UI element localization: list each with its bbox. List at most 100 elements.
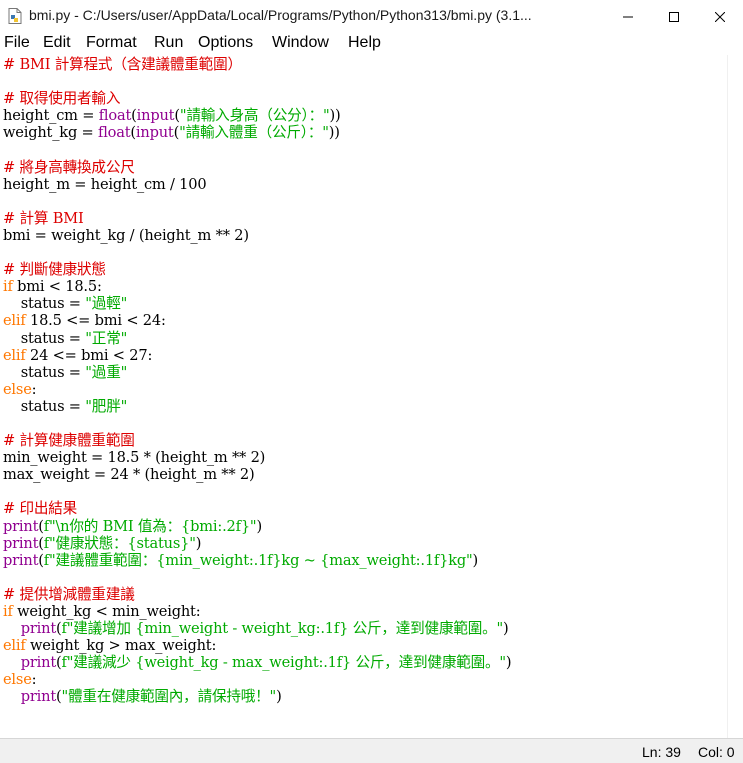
code-line[interactable]: max_weight = 24 * (height_m ** 2) xyxy=(3,466,511,483)
code-token: print xyxy=(3,551,39,569)
code-line[interactable]: # 取得使用者輸入 xyxy=(3,90,511,107)
code-token: status = xyxy=(3,295,86,313)
code-line[interactable]: elif 18.5 <= bmi < 24: xyxy=(3,312,511,329)
code-token: ) xyxy=(276,688,282,706)
code-line[interactable]: min_weight = 18.5 * (height_m ** 2) xyxy=(3,449,511,466)
code-token: f"建議增加 {min_weight - weight_kg:.1f} 公斤，達… xyxy=(61,620,504,638)
code-token: "請輸入身高（公分）：" xyxy=(179,107,330,125)
code-line[interactable]: print(f"建議增加 {min_weight - weight_kg:.1f… xyxy=(3,620,511,637)
code-line[interactable]: ​ xyxy=(3,483,511,500)
code-line[interactable]: height_m = height_cm / 100 xyxy=(3,176,511,193)
code-token: ) xyxy=(503,620,509,638)
close-icon xyxy=(714,7,726,26)
code-line[interactable]: bmi = weight_kg / (height_m ** 2) xyxy=(3,227,511,244)
title-bar[interactable]: bmi.py - C:/Users/user/AppData/Local/Pro… xyxy=(0,0,743,32)
code-line[interactable]: ​ xyxy=(3,193,511,210)
code-token: print xyxy=(20,620,57,638)
menu-help[interactable]: Help xyxy=(348,34,381,52)
code-token: # 計算健康體重範圍 xyxy=(3,432,135,450)
code-line[interactable]: elif weight_kg > max_weight: xyxy=(3,637,511,654)
status-bar: Ln: 39 Col: 0 xyxy=(0,738,743,763)
code-editor[interactable]: # BMI 計算程式（含建議體重範圍）​# 取得使用者輸入height_cm =… xyxy=(0,55,727,738)
code-token: status = xyxy=(3,329,86,347)
code-line[interactable]: print(f"建議體重範圍：{min_weight:.1f}kg ~ {max… xyxy=(3,552,511,569)
code-token: elif xyxy=(3,312,26,330)
code-token: )) xyxy=(329,107,341,125)
code-line[interactable]: # BMI 計算程式（含建議體重範圍） xyxy=(3,56,511,73)
code-line[interactable]: # 印出結果 xyxy=(3,500,511,517)
code-line[interactable]: ​ xyxy=(3,415,511,432)
code-token: elif xyxy=(3,637,26,655)
status-line-number: Ln: 39 xyxy=(642,744,681,760)
code-token: 24 <= bmi < 27: xyxy=(25,346,153,364)
menu-file[interactable]: File xyxy=(4,34,30,52)
menu-bar: File Edit Format Run Options Window Help xyxy=(0,32,743,54)
code-line[interactable]: # 將身高轉換成公尺 xyxy=(3,159,511,176)
minimize-icon xyxy=(623,7,633,26)
code-line[interactable]: status = "正常" xyxy=(3,330,511,347)
code-line[interactable]: if weight_kg < min_weight: xyxy=(3,603,511,620)
code-line[interactable]: elif 24 <= bmi < 27: xyxy=(3,347,511,364)
code-token: status = xyxy=(3,363,86,381)
code-line[interactable]: status = "肥胖" xyxy=(3,398,511,415)
menu-window[interactable]: Window xyxy=(272,34,329,52)
code-token: # 計算 BMI xyxy=(3,209,84,227)
code-token: f"健康狀態：{status}" xyxy=(43,534,196,552)
code-token: 18.5 <= bmi < 24: xyxy=(25,312,166,330)
code-line[interactable]: # 計算健康體重範圍 xyxy=(3,432,511,449)
code-line[interactable]: ​ xyxy=(3,569,511,586)
code-line[interactable]: else: xyxy=(3,381,511,398)
code-line[interactable]: print(f"\n你的 BMI 值為：{bmi:.2f}") xyxy=(3,518,511,535)
code-token: f"建議體重範圍：{min_weight:.1f}kg ~ {max_weigh… xyxy=(43,551,473,569)
code-line[interactable]: weight_kg = float(input("請輸入體重（公斤）：")) xyxy=(3,124,511,141)
code-line[interactable]: if bmi < 18.5: xyxy=(3,278,511,295)
minimize-button[interactable] xyxy=(605,0,651,32)
code-token: min_weight = 18.5 * (height_m ** 2) xyxy=(3,449,266,467)
code-line[interactable]: ​ xyxy=(3,141,511,158)
maximize-button[interactable] xyxy=(651,0,697,32)
code-line[interactable]: height_cm = float(input("請輸入身高（公分）：")) xyxy=(3,107,511,124)
code-line[interactable]: # 計算 BMI xyxy=(3,210,511,227)
code-token: weight_kg < min_weight: xyxy=(12,603,201,620)
code-line[interactable]: ​ xyxy=(3,244,511,261)
code-token: "正常" xyxy=(85,329,128,347)
maximize-icon xyxy=(669,7,679,26)
code-token: ) xyxy=(195,534,202,552)
code-token: max_weight = 24 * (height_m ** 2) xyxy=(3,466,255,484)
code-line[interactable]: print(f"健康狀態：{status}") xyxy=(3,535,511,552)
code-line[interactable]: # 提供增減體重建議 xyxy=(3,586,511,603)
code-token: "體重在健康範圍內，請保持哦！" xyxy=(61,688,277,706)
code-token: # BMI 計算程式（含建議體重範圍） xyxy=(3,56,242,73)
code-line[interactable]: print(f"建議減少 {weight_kg - max_weight:.1f… xyxy=(3,654,512,672)
menu-run[interactable]: Run xyxy=(154,34,183,52)
code-line[interactable]: status = "過輕" xyxy=(3,295,511,312)
code-token: print xyxy=(3,517,39,535)
close-button[interactable] xyxy=(697,0,743,32)
menu-options[interactable]: Options xyxy=(198,34,253,52)
code-token: )) xyxy=(328,124,340,142)
code-token: weight_kg = xyxy=(3,124,98,142)
code-line[interactable]: # 判斷健康狀態 xyxy=(3,261,511,278)
code-line[interactable]: else: xyxy=(3,671,511,688)
menu-edit[interactable]: Edit xyxy=(43,34,71,52)
code-token: height_m = height_cm / 100 xyxy=(3,175,207,193)
code-token: weight_kg > max_weight: xyxy=(25,637,217,655)
code-line[interactable]: ​ xyxy=(3,73,511,90)
code-line[interactable]: print("體重在健康範圍內，請保持哦！") xyxy=(3,688,511,705)
code-token: ) xyxy=(505,654,512,672)
code-token: if xyxy=(3,278,13,296)
code-token: else xyxy=(3,380,32,398)
code-token: "肥胖" xyxy=(85,397,128,415)
vertical-scrollbar[interactable] xyxy=(727,55,743,738)
code-text[interactable]: # BMI 計算程式（含建議體重範圍）​# 取得使用者輸入height_cm =… xyxy=(3,56,512,706)
code-line[interactable]: status = "過重" xyxy=(3,364,511,381)
code-token: status = xyxy=(3,397,86,415)
status-column-number: Col: 0 xyxy=(698,744,735,760)
code-token: # 判斷健康狀態 xyxy=(3,261,106,279)
code-token: # 將身高轉換成公尺 xyxy=(3,158,135,176)
code-token: input xyxy=(135,124,174,142)
code-token: # 提供增減體重建議 xyxy=(3,585,135,603)
menu-format[interactable]: Format xyxy=(86,34,137,52)
